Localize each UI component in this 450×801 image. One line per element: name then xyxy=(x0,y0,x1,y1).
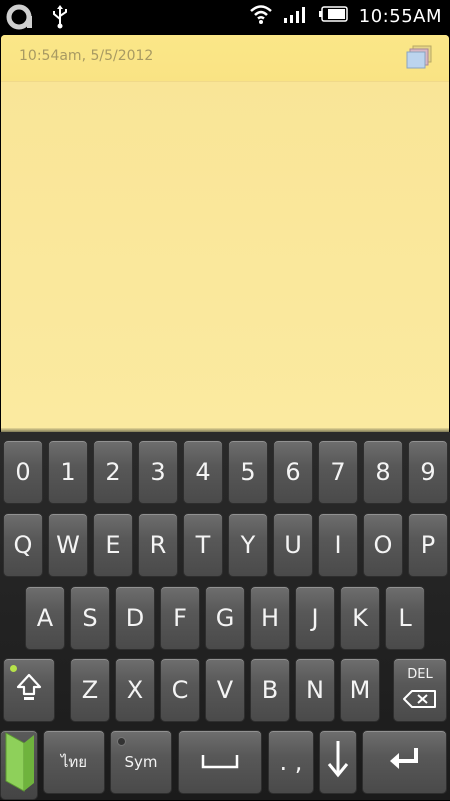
sym-indicator xyxy=(117,737,126,746)
key-p[interactable]: P xyxy=(408,513,448,577)
key-d[interactable]: D xyxy=(115,586,155,650)
keyboard-switch-icon xyxy=(2,729,36,801)
space-key[interactable] xyxy=(178,730,262,794)
key-q[interactable]: Q xyxy=(3,513,43,577)
key-g[interactable]: G xyxy=(205,586,245,650)
key-t[interactable]: T xyxy=(183,513,223,577)
arrow-down-icon xyxy=(326,739,350,785)
clock: 10:55AM xyxy=(358,5,442,27)
key-0[interactable]: 0 xyxy=(3,440,43,504)
status-bar: 10:55AM xyxy=(0,0,450,34)
key-a[interactable]: A xyxy=(25,586,65,650)
sym-label: Sym xyxy=(124,753,158,771)
key-e[interactable]: E xyxy=(93,513,133,577)
shift-indicator xyxy=(10,665,17,672)
key-n[interactable]: N xyxy=(295,658,335,722)
key-x[interactable]: X xyxy=(115,658,155,722)
usb-icon xyxy=(50,5,70,33)
key-1[interactable]: 1 xyxy=(48,440,88,504)
punctuation-key[interactable]: . , xyxy=(268,730,314,794)
keyboard-switch-key[interactable] xyxy=(0,730,38,800)
soft-keyboard: 0 1 2 3 4 5 6 7 8 9 Q W E R T Y U I O P … xyxy=(0,432,450,800)
key-7[interactable]: 7 xyxy=(318,440,358,504)
delete-label: DEL xyxy=(407,667,433,682)
backspace-icon xyxy=(402,687,438,715)
sym-key[interactable]: Sym xyxy=(110,730,172,794)
key-y[interactable]: Y xyxy=(228,513,268,577)
delete-key[interactable]: DEL xyxy=(393,658,447,722)
sticky-note[interactable]: 10:54am, 5/5/2012 xyxy=(1,35,449,430)
key-u[interactable]: U xyxy=(273,513,313,577)
enter-key[interactable] xyxy=(362,730,447,794)
shift-icon xyxy=(15,672,43,708)
key-2[interactable]: 2 xyxy=(93,440,133,504)
key-c[interactable]: C xyxy=(160,658,200,722)
key-f[interactable]: F xyxy=(160,586,200,650)
wifi-icon xyxy=(249,4,273,28)
key-6[interactable]: 6 xyxy=(273,440,313,504)
key-i[interactable]: I xyxy=(318,513,358,577)
note-copy-icon[interactable] xyxy=(405,45,433,71)
key-h[interactable]: H xyxy=(250,586,290,650)
space-icon xyxy=(200,747,240,777)
signal-icon xyxy=(283,4,309,28)
key-m[interactable]: M xyxy=(340,658,380,722)
enter-icon xyxy=(388,745,422,779)
key-9[interactable]: 9 xyxy=(408,440,448,504)
key-b[interactable]: B xyxy=(250,658,290,722)
note-timestamp: 10:54am, 5/5/2012 xyxy=(19,48,154,64)
battery-icon xyxy=(318,5,349,27)
key-v[interactable]: V xyxy=(205,658,245,722)
key-w[interactable]: W xyxy=(48,513,88,577)
hide-keyboard-key[interactable] xyxy=(319,730,357,794)
language-key[interactable]: ไทย xyxy=(43,730,105,794)
app-logo-icon xyxy=(6,4,36,34)
key-r[interactable]: R xyxy=(138,513,178,577)
key-5[interactable]: 5 xyxy=(228,440,268,504)
note-text-area[interactable] xyxy=(1,82,449,430)
key-z[interactable]: Z xyxy=(70,658,110,722)
key-j[interactable]: J xyxy=(295,586,335,650)
shift-key[interactable] xyxy=(3,658,55,722)
key-3[interactable]: 3 xyxy=(138,440,178,504)
key-k[interactable]: K xyxy=(340,586,380,650)
key-s[interactable]: S xyxy=(70,586,110,650)
note-header: 10:54am, 5/5/2012 xyxy=(1,35,449,82)
key-o[interactable]: O xyxy=(363,513,403,577)
key-l[interactable]: L xyxy=(385,586,425,650)
key-4[interactable]: 4 xyxy=(183,440,223,504)
key-8[interactable]: 8 xyxy=(363,440,403,504)
